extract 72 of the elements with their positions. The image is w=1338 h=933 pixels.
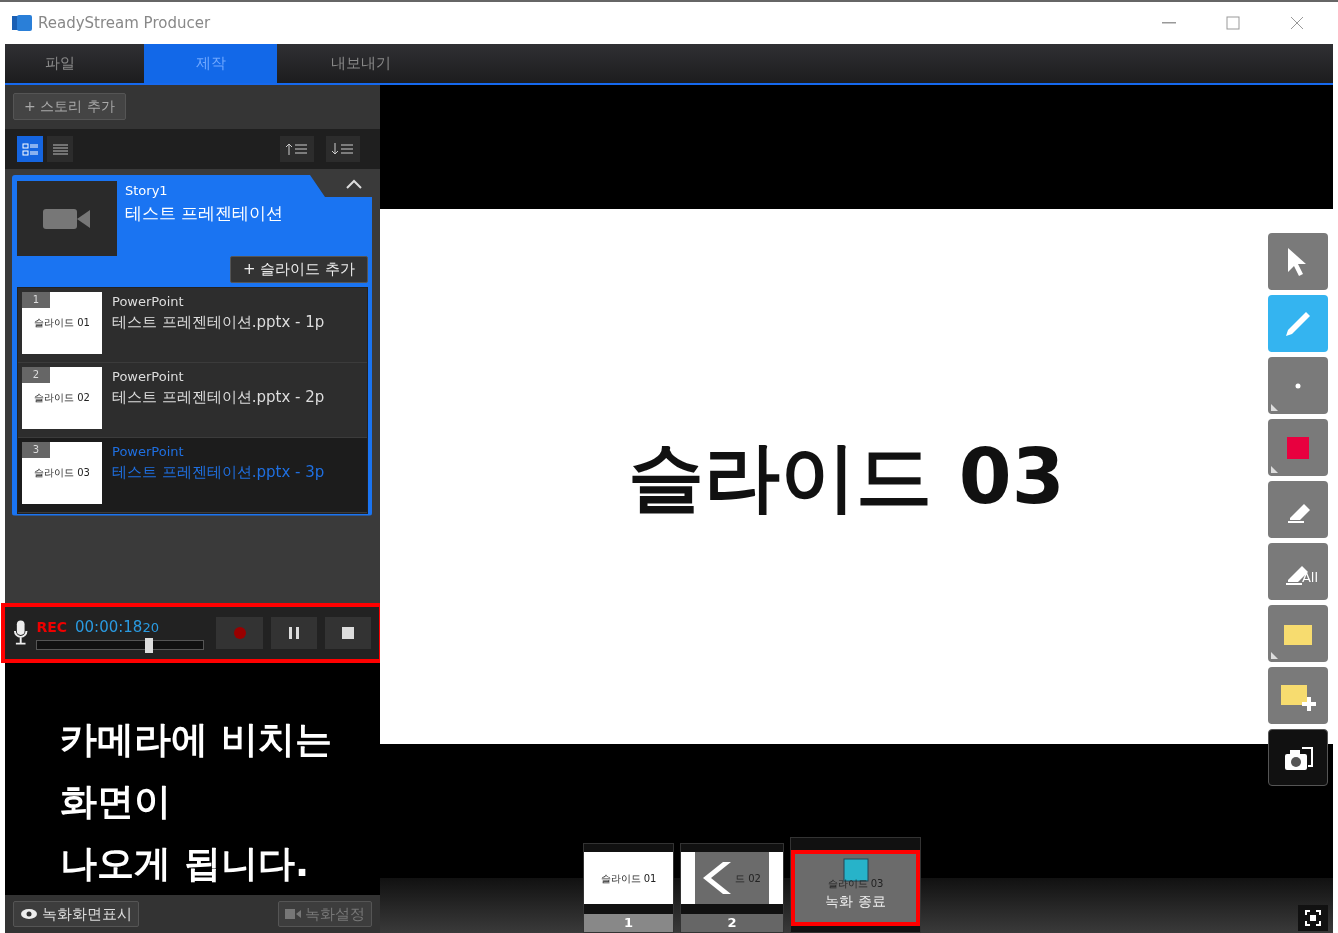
detail-view-button[interactable]	[17, 136, 43, 162]
detail-list-icon	[21, 141, 39, 157]
slide-number: 2	[22, 366, 50, 383]
list-icon	[51, 141, 69, 157]
minimize-icon	[1162, 22, 1176, 24]
sort-down-icon	[331, 141, 355, 157]
dot-icon	[1295, 382, 1301, 389]
show-recording-button[interactable]: 녹화화면표시	[13, 900, 139, 928]
slider-thumb[interactable]	[144, 638, 153, 654]
slide-list-item[interactable]: 3 슬라이드 03 PowerPoint 테스트 프레젠테이션.pptx - 3p	[18, 437, 367, 513]
slide-title: 테스트 프레젠테이션.pptx - 1p	[112, 312, 325, 333]
thumbnail-text: 슬라이드 03	[34, 466, 90, 480]
filmstrip-thumbnail[interactable]: 슬라이드 01	[584, 852, 673, 904]
slide-number: 1	[22, 291, 50, 308]
preview-caption: 카메라에 비치는	[60, 717, 333, 763]
tab[interactable]: 파일	[10, 44, 110, 83]
thumbnail-text: 슬라이드 01	[600, 871, 657, 886]
app-logo-icon	[12, 14, 32, 32]
stop-recording-label: 녹화 종료	[825, 892, 886, 911]
sort-down-button[interactable]	[326, 136, 360, 162]
tab[interactable]: 내보내기	[311, 44, 411, 83]
filmstrip-number: 1	[584, 914, 673, 932]
fullscreen-button[interactable]	[1298, 905, 1328, 931]
slide-source: PowerPoint	[112, 442, 185, 461]
window-title: ReadyStream Producer	[38, 12, 212, 34]
add-slide-button[interactable]: + 슬라이드 추가	[229, 256, 368, 283]
story-label: Story1	[125, 182, 169, 200]
color-tool-button[interactable]	[1268, 419, 1328, 476]
add-story-button[interactable]: + 스토리 추가	[13, 93, 126, 120]
note-tool-button[interactable]	[1268, 605, 1328, 662]
sort-up-button[interactable]	[280, 136, 314, 162]
chevron-up-icon	[346, 179, 362, 189]
filmstrip-number: 2	[681, 914, 783, 932]
slide-list-item[interactable]: 1 슬라이드 01 PowerPoint 테스트 프레젠테이션.pptx - 1p	[18, 287, 367, 363]
slide-list-item[interactable]: 2 슬라이드 02 PowerPoint 테스트 프레젠테이션.pptx - 2p	[18, 362, 367, 438]
close-icon	[1290, 16, 1304, 30]
maximize-icon	[1226, 16, 1240, 30]
list-view-button[interactable]	[47, 136, 73, 162]
volume-slider[interactable]	[36, 640, 205, 651]
preview-caption: 나오게 됩니다.	[60, 841, 310, 887]
preview-caption: 화면이	[60, 779, 172, 825]
rec-label: REC	[36, 617, 68, 637]
pause-button[interactable]	[270, 617, 317, 649]
note-add-tool-button[interactable]	[1268, 667, 1328, 724]
eye-icon	[20, 908, 38, 920]
slide-heading: 슬라이드 03	[628, 430, 1065, 523]
recording-time: 00:00:1820	[75, 616, 160, 638]
slide-title: 테스트 프레젠테이션.pptx - 3p	[112, 462, 325, 483]
slide-number: 3	[22, 441, 50, 458]
camera-tool-button[interactable]	[1268, 729, 1328, 786]
thumbnail-text: 슬라이드 03	[827, 877, 884, 891]
fullscreen-icon	[1305, 910, 1321, 926]
camera-small-icon	[285, 909, 301, 919]
slide-source: PowerPoint	[112, 292, 185, 311]
stop-recording-button[interactable]: 슬라이드 03 녹화 종료	[795, 854, 916, 922]
thumbnail-text: 슬라이드 01	[34, 316, 90, 330]
story-title: 테스트 프레젠테이션	[125, 201, 284, 225]
dot-tool-button[interactable]	[1268, 357, 1328, 414]
stop-button[interactable]	[324, 617, 371, 649]
record-settings-button[interactable]: 녹화설정	[278, 900, 372, 928]
microphone-icon	[13, 620, 29, 646]
thumbnail-text: 슬라이드 02	[34, 391, 90, 405]
pen-tool-button[interactable]	[1268, 295, 1328, 352]
pause-icon	[286, 626, 301, 640]
record-icon	[232, 626, 247, 640]
eraser-tool-button[interactable]	[1268, 481, 1328, 538]
pointer-tool-button[interactable]	[1268, 233, 1328, 290]
slide-source: PowerPoint	[112, 367, 185, 386]
stop-icon	[340, 626, 355, 640]
collapse-button[interactable]	[346, 179, 362, 189]
sort-up-icon	[285, 141, 309, 157]
slide-title: 테스트 프레젠테이션.pptx - 2p	[112, 387, 325, 408]
